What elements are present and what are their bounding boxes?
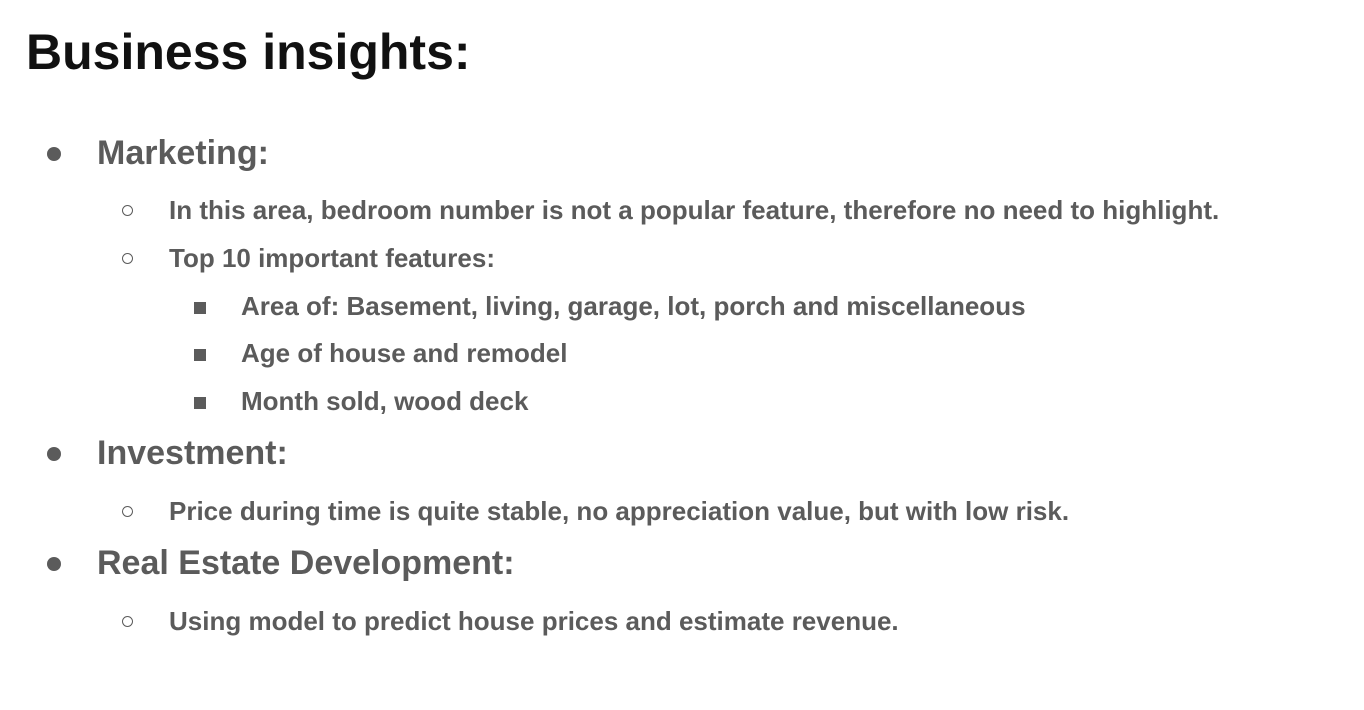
sub-item-feature-1: Area of: Basement, living, garage, lot, …: [241, 291, 1026, 321]
disc-bullet-icon: [47, 447, 61, 461]
list-item-marketing-1: In this area, bedroom number is not a po…: [169, 195, 1220, 225]
slide: Business insights: Marketing: In this ar…: [0, 0, 1364, 710]
square-bullet-icon: [194, 397, 206, 409]
list-item-investment-1: Price during time is quite stable, no ap…: [169, 496, 1070, 526]
circle-bullet-icon: [122, 506, 133, 517]
disc-bullet-icon: [47, 147, 61, 161]
section-heading-investment: Investment:: [97, 434, 288, 472]
list-item-marketing-2: Top 10 important features:: [169, 243, 496, 273]
sub-item-feature-2: Age of house and remodel: [241, 338, 568, 368]
square-bullet-icon: [194, 302, 206, 314]
disc-bullet-icon: [47, 557, 61, 571]
circle-bullet-icon: [122, 253, 133, 264]
slide-title: Business insights:: [26, 24, 471, 80]
section-heading-real-estate: Real Estate Development:: [97, 544, 515, 582]
circle-bullet-icon: [122, 616, 133, 627]
list-item-real-estate-1: Using model to predict house prices and …: [169, 606, 899, 636]
circle-bullet-icon: [122, 205, 133, 216]
square-bullet-icon: [194, 349, 206, 361]
sub-item-feature-3: Month sold, wood deck: [241, 386, 529, 416]
section-heading-marketing: Marketing:: [97, 134, 269, 172]
